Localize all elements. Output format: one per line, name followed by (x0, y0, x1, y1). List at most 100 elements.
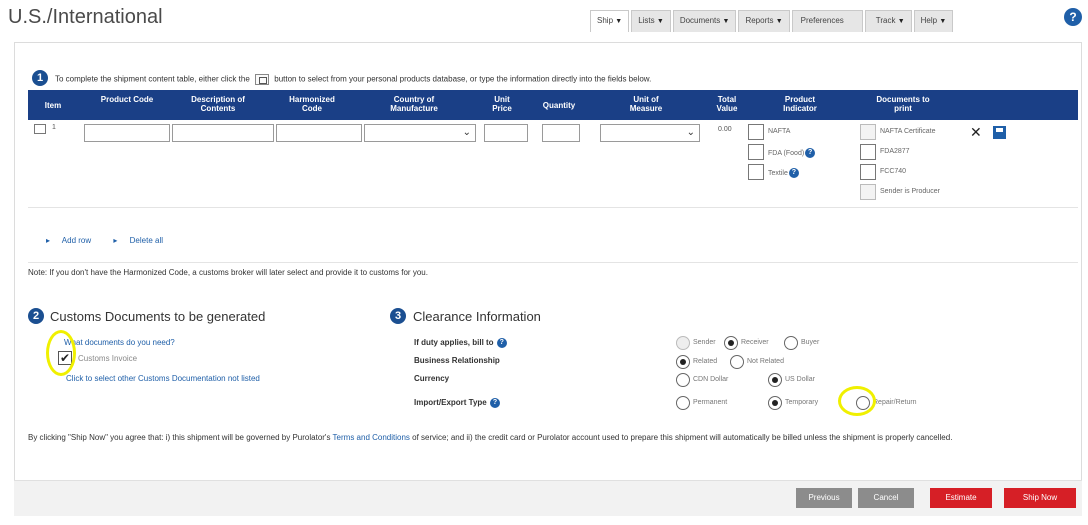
us-dollar-radio[interactable] (768, 373, 782, 387)
chevron-down-icon: ▼ (722, 18, 730, 25)
chevron-down-icon: ⌄ (462, 127, 471, 138)
fda-food-checkbox[interactable] (748, 144, 764, 160)
col-harmonized-code: Harmonized Code (289, 95, 335, 113)
tab-track-label: Track (875, 16, 896, 25)
step-2-badge: 2 (28, 308, 44, 324)
tab-documents-label: Documents (679, 16, 721, 25)
receiver-label: Receiver (741, 339, 769, 346)
col-description: Description of Contents (191, 95, 245, 113)
tab-preferences[interactable]: Preferences (791, 10, 863, 32)
clearance-information-title: Clearance Information (413, 309, 541, 324)
chevron-down-icon: ⌄ (686, 127, 695, 138)
agreement-text-after: of service; and ii) the credit card or P… (412, 433, 953, 442)
yellow-highlight-circle (838, 386, 876, 416)
tab-lists[interactable]: Lists ▼ (631, 10, 671, 32)
tab-reports[interactable]: Reports ▼ (738, 10, 790, 32)
help-icon[interactable]: ? (805, 148, 816, 158)
product-code-input[interactable] (84, 124, 170, 142)
delete-all-label: Delete all (129, 236, 163, 245)
description-input[interactable] (172, 124, 274, 142)
temporary-label: Temporary (785, 399, 819, 406)
import-export-type-text: Import/Export Type (414, 398, 487, 408)
step-3-badge: 3 (390, 308, 406, 324)
help-icon[interactable]: ? (489, 398, 500, 408)
not-related-radio[interactable] (730, 355, 744, 369)
tab-help[interactable]: Help ▼ (913, 10, 954, 32)
quantity-input[interactable] (542, 124, 580, 142)
customs-invoice-label: Customs Invoice (78, 354, 138, 363)
step-1-instruction: To complete the shipment content table, … (55, 74, 651, 85)
fda2877-checkbox[interactable] (860, 144, 876, 160)
save-icon[interactable] (993, 126, 1006, 139)
row-picker-icon[interactable] (34, 124, 46, 134)
harmonized-code-input[interactable] (276, 124, 362, 142)
cdn-dollar-radio[interactable] (676, 373, 690, 387)
related-radio[interactable] (676, 355, 690, 369)
nafta-checkbox[interactable] (748, 124, 764, 140)
bill-to-sender-radio[interactable] (676, 336, 690, 350)
sender-is-producer-checkbox[interactable] (860, 184, 876, 200)
fcc740-checkbox[interactable] (860, 164, 876, 180)
sender-is-producer-label: Sender is Producer (880, 188, 940, 195)
agreement-text-before: By clicking "Ship Now" you agree that: i… (28, 433, 331, 442)
add-row-marker: ▸ (46, 236, 51, 245)
ship-now-button[interactable]: Ship Now (1004, 488, 1076, 508)
previous-button[interactable]: Previous (796, 488, 852, 508)
help-icon[interactable]: ? (788, 168, 799, 178)
tab-lists-label: Lists (638, 16, 655, 25)
nafta-label: NAFTA (768, 128, 791, 135)
tab-documents[interactable]: Documents ▼ (672, 10, 737, 32)
repair-return-label: Repair/Return (873, 399, 917, 406)
customs-documents-title: Customs Documents to be generated (50, 309, 266, 324)
us-dollar-label: US Dollar (785, 376, 815, 383)
tab-preferences-label: Preferences (800, 16, 844, 25)
content-table-header: Item Product Code Description of Content… (28, 90, 1078, 120)
what-documents-link[interactable]: What documents do you need? (64, 338, 175, 347)
delete-all-marker: ▸ (113, 236, 118, 245)
table-actions: ▸ Add row ▸ Delete all (46, 236, 183, 245)
row-item-number: 1 (52, 124, 56, 131)
col-unit-of-measure: Unit of Measure (629, 95, 663, 113)
estimate-button[interactable]: Estimate (930, 488, 992, 508)
textile-label: Textile? (768, 168, 799, 178)
permanent-radio[interactable] (676, 396, 690, 410)
country-select[interactable]: ⌄ (364, 124, 476, 142)
action-bar (14, 480, 1082, 516)
col-product-code: Product Code (100, 95, 154, 104)
tab-ship[interactable]: Ship ▼ (590, 10, 630, 32)
nafta-certificate-checkbox[interactable] (860, 124, 876, 140)
cancel-button[interactable]: Cancel (858, 488, 914, 508)
help-icon[interactable]: ? (496, 338, 507, 348)
step-1-badge: 1 (32, 70, 48, 86)
product-picker-icon (255, 74, 270, 85)
fda-food-text: FDA (Food) (768, 149, 805, 157)
unit-of-measure-select[interactable]: ⌄ (600, 124, 700, 142)
bill-to-receiver-radio[interactable] (724, 336, 738, 350)
total-value: 0.00 (718, 126, 732, 133)
other-customs-docs-link[interactable]: Click to select other Customs Documentat… (66, 374, 260, 383)
not-related-label: Not Related (747, 358, 784, 365)
help-icon[interactable]: ? (1064, 8, 1082, 26)
chevron-down-icon: ▼ (897, 18, 905, 25)
add-row-link[interactable]: ▸ Add row (46, 236, 101, 245)
cdn-dollar-label: CDN Dollar (693, 376, 729, 383)
bill-to-buyer-radio[interactable] (784, 336, 798, 350)
divider (28, 262, 1078, 263)
delete-row-icon[interactable]: ✕ (970, 124, 982, 141)
tab-track[interactable]: Track ▼ (864, 10, 912, 32)
delete-all-link[interactable]: ▸ Delete all (113, 236, 173, 245)
col-item: Item (44, 101, 62, 110)
tab-reports-label: Reports (745, 16, 774, 25)
permanent-label: Permanent (693, 399, 728, 406)
textile-checkbox[interactable] (748, 164, 764, 180)
import-export-type-label: Import/Export Type ? (414, 398, 500, 408)
temporary-radio[interactable] (768, 396, 782, 410)
bill-to-text: If duty applies, bill to (414, 338, 494, 348)
add-row-label: Add row (61, 236, 92, 245)
fda-food-label: FDA (Food)? (768, 148, 816, 158)
currency-label: Currency (414, 374, 450, 383)
textile-text: Textile (768, 169, 788, 177)
chevron-down-icon: ▼ (775, 18, 783, 25)
terms-and-conditions-link[interactable]: Terms and Conditions (333, 433, 410, 442)
unit-price-input[interactable] (484, 124, 528, 142)
